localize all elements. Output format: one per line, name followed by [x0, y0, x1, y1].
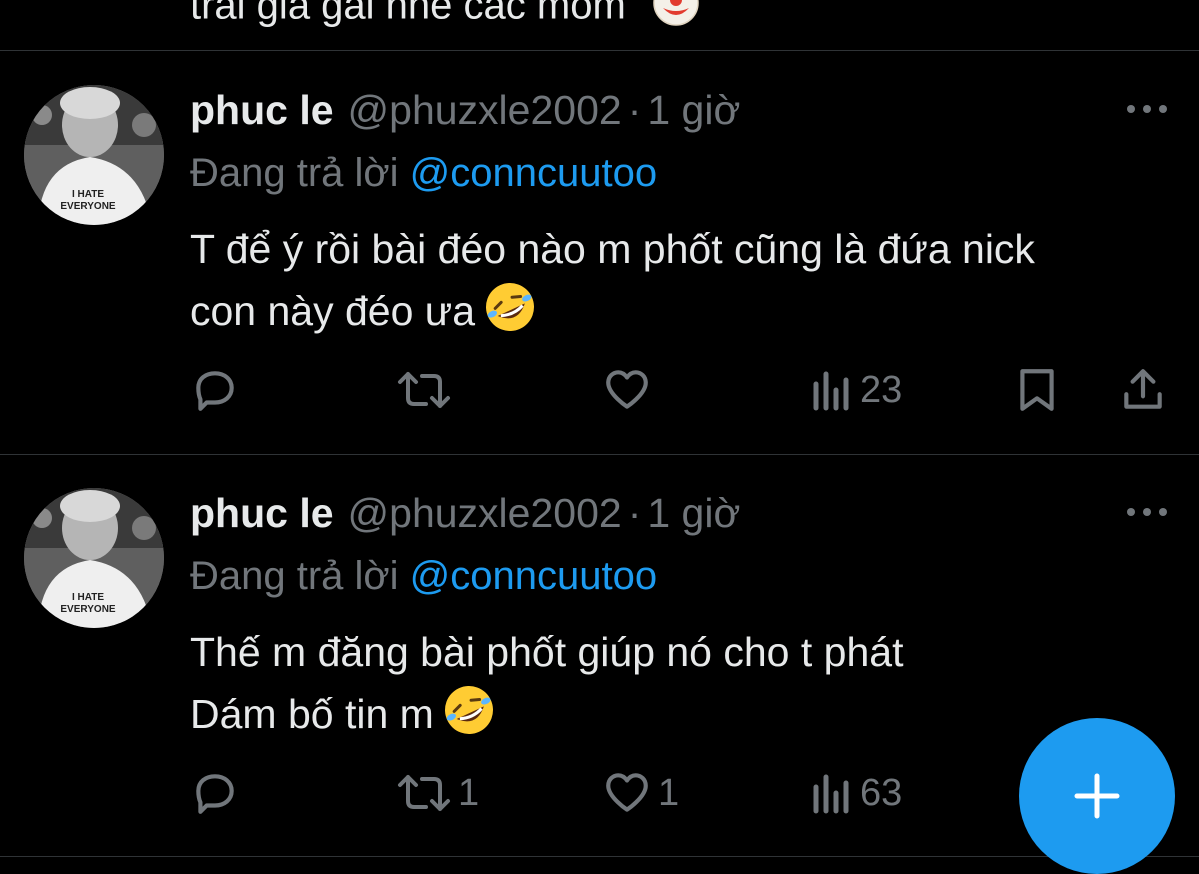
display-name[interactable]: phuc le [190, 87, 334, 134]
like-button[interactable] [602, 360, 658, 420]
svg-text:EVERYONE: EVERYONE [60, 201, 116, 212]
tweet-actions: 23 [0, 360, 1199, 420]
divider [0, 454, 1199, 455]
timeline: trai gia gai nhe cac mom I HATE EVERYONE… [0, 0, 1199, 874]
retweet-button[interactable]: 1 [396, 763, 479, 823]
views-icon [813, 371, 849, 411]
tweet-text-line-with-emoji: con này đéo ưa [190, 280, 1035, 351]
replying-to: Đang trả lời @conncuutoo [190, 151, 657, 196]
reply-icon [196, 774, 234, 814]
previous-tweet-fragment: trai gia gai nhe cac mom [190, 0, 626, 28]
reply-button[interactable] [190, 763, 246, 823]
timestamp[interactable]: 1 giờ [647, 87, 740, 134]
like-count: 1 [658, 771, 680, 814]
svg-text:I HATE: I HATE [72, 189, 104, 200]
views-button[interactable]: 63 [810, 763, 902, 823]
tweet-header: phuc le @phuzxle2002 · 1 giờ [190, 85, 740, 135]
avatar[interactable]: I HATE EVERYONE [24, 85, 164, 225]
reply-icon [196, 371, 234, 411]
tweet-text-line: Thế m đăng bài phốt giúp nó cho t phát [190, 629, 904, 675]
views-button[interactable]: 23 [810, 360, 902, 420]
more-icon[interactable] [1125, 99, 1169, 119]
bookmark-icon [1020, 369, 1054, 411]
separator-dot: · [627, 489, 642, 536]
views-count: 63 [860, 771, 903, 814]
tweet-body: Thế m đăng bài phốt giúp nó cho t phát D… [190, 621, 903, 754]
replying-to-label: Đang trả lời [190, 151, 399, 195]
tweet-body: T để ý rồi bài đéo nào m phốt cũng là đứ… [190, 218, 1035, 351]
replying-to-label: Đang trả lời [190, 554, 399, 598]
replying-to-mention[interactable]: @conncuutoo [410, 151, 657, 195]
tweet-header: phuc le @phuzxle2002 · 1 giờ [190, 488, 740, 538]
replying-to-mention[interactable]: @conncuutoo [410, 554, 657, 598]
user-handle[interactable]: @phuzxle2002 [348, 87, 622, 134]
retweet-icon [398, 372, 450, 408]
tweet-text-line-with-emoji: Dám bố tin m [190, 683, 903, 754]
divider [0, 50, 1199, 51]
tweet-text-line: Dám bố tin m [190, 691, 434, 737]
tweet-text-line: con này đéo ưa [190, 288, 476, 334]
avatar[interactable]: I HATE EVERYONE [24, 488, 164, 628]
separator-dot: · [627, 86, 642, 133]
tweet-text-line: T để ý rồi bài đéo nào m phốt cũng là đứ… [190, 226, 1035, 272]
retweet-button[interactable] [396, 360, 458, 420]
svg-text:EVERYONE: EVERYONE [60, 604, 116, 615]
share-icon [1124, 369, 1162, 409]
bookmark-button[interactable] [1014, 360, 1060, 420]
display-name[interactable]: phuc le [190, 490, 334, 537]
user-handle[interactable]: @phuzxle2002 [348, 490, 622, 537]
views-icon [813, 774, 849, 814]
rofl-emoji-icon [483, 280, 537, 351]
plus-icon [1074, 773, 1120, 819]
heart-icon [606, 773, 648, 812]
previous-tweet-text: trai gia gai nhe cac mom [190, 0, 701, 38]
views-count: 23 [860, 368, 903, 411]
svg-text:I HATE: I HATE [72, 592, 104, 603]
rofl-emoji-icon [442, 683, 496, 754]
retweet-count: 1 [458, 771, 480, 814]
timestamp[interactable]: 1 giờ [647, 490, 740, 537]
share-button[interactable] [1118, 360, 1168, 420]
more-icon[interactable] [1125, 502, 1169, 522]
compose-button[interactable] [1019, 718, 1175, 874]
replying-to: Đang trả lời @conncuutoo [190, 554, 657, 599]
reply-button[interactable] [190, 360, 246, 420]
like-button[interactable]: 1 [602, 763, 679, 823]
retweet-icon [398, 775, 450, 811]
heart-icon [606, 370, 648, 409]
clown-emoji-icon [651, 0, 701, 38]
divider [0, 856, 1199, 857]
